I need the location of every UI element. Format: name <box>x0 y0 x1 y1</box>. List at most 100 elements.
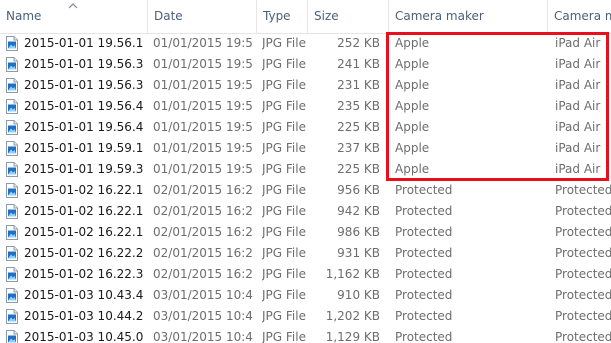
file-date: 02/01/2015 16:22 <box>153 204 253 218</box>
file-row[interactable]: 2015-01-01 19.56.41... 01/01/2015 19:56 JP… <box>0 96 611 117</box>
file-row[interactable]: 2015-01-01 19.56.44... 01/01/2015 19:56 JP… <box>0 117 611 138</box>
jpg-image-file-icon <box>6 225 18 240</box>
column-header-type[interactable]: Type <box>257 0 307 33</box>
file-size: 241 KB <box>337 57 380 71</box>
file-icon-cell <box>6 96 20 117</box>
file-name[interactable]: 2015-01-02 16.22.38... <box>24 264 144 285</box>
file-row[interactable]: 2015-01-02 16.22.38... 02/01/2015 16:22 JP… <box>0 264 611 285</box>
file-name[interactable]: 2015-01-01 19.56.41... <box>24 96 144 117</box>
camera-maker-value: Apple <box>395 78 430 92</box>
jpg-image-file-icon <box>6 267 18 282</box>
camera-model-value: iPad Air <box>555 57 601 71</box>
file-date: 02/01/2015 16:22 <box>153 225 253 239</box>
file-row[interactable]: 2015-01-01 19.56.19... 01/01/2015 19:56 JP… <box>0 33 611 54</box>
column-header-name[interactable]: Name <box>0 0 147 33</box>
file-name[interactable]: 2015-01-01 19.56.36... <box>24 75 144 96</box>
camera-model-value: Protected <box>555 309 611 323</box>
file-size: 1,162 KB <box>325 267 380 281</box>
camera-model-value: Protected <box>555 288 611 302</box>
camera-model-value: iPad Air <box>555 162 601 176</box>
file-date: 01/01/2015 19:59 <box>153 141 253 155</box>
file-type: JPG File <box>262 99 306 113</box>
file-date: 01/01/2015 19:56 <box>153 120 253 134</box>
column-header-bar: Name Date Type Size Camera maker Camera … <box>0 0 611 34</box>
camera-maker-value: Apple <box>395 99 430 113</box>
file-row[interactable]: 2015-01-02 16.22.29... 02/01/2015 16:22 JP… <box>0 243 611 264</box>
jpg-image-file-icon <box>6 120 18 135</box>
camera-model-value: Protected <box>555 246 611 260</box>
jpg-image-file-icon <box>6 162 18 177</box>
file-row[interactable]: 2015-01-03 10.44.25... 03/01/2015 10:44 JP… <box>0 306 611 327</box>
file-type: JPG File <box>262 141 306 155</box>
file-name[interactable]: 2015-01-01 19.56.19... <box>24 33 144 54</box>
file-row[interactable]: 2015-01-03 10.43.44... 03/01/2015 10:43 JP… <box>0 285 611 306</box>
file-row[interactable]: 2015-01-02 16.22.15... 02/01/2015 16:22 JP… <box>0 222 611 243</box>
jpg-image-file-icon <box>6 309 18 324</box>
file-size: 942 KB <box>337 204 380 218</box>
file-name[interactable]: 2015-01-01 19.56.31... <box>24 54 144 75</box>
camera-maker-value: Apple <box>395 120 430 134</box>
file-icon-cell <box>6 138 20 159</box>
camera-model-value: iPad Air <box>555 99 601 113</box>
file-date: 03/01/2015 10:44 <box>153 309 253 323</box>
jpg-image-file-icon <box>6 183 18 198</box>
camera-model-value: Protected <box>555 267 611 281</box>
file-type: JPG File <box>262 288 306 302</box>
file-icon-cell <box>6 243 20 264</box>
file-date: 02/01/2015 16:22 <box>153 246 253 260</box>
file-date: 01/01/2015 19:56 <box>153 36 253 50</box>
jpg-image-file-icon <box>6 78 18 93</box>
file-type: JPG File <box>262 36 306 50</box>
file-name[interactable]: 2015-01-01 19.56.44... <box>24 117 144 138</box>
file-date: 03/01/2015 10:43 <box>153 288 253 302</box>
file-size: 1,202 KB <box>325 309 380 323</box>
file-name[interactable]: 2015-01-01 19.59.14... <box>24 138 144 159</box>
column-header-size[interactable]: Size <box>308 0 388 33</box>
jpg-image-file-icon <box>6 246 18 261</box>
file-name[interactable]: 2015-01-02 16.22.15... <box>24 222 144 243</box>
file-size: 931 KB <box>337 246 380 260</box>
file-size: 235 KB <box>337 99 380 113</box>
jpg-image-file-icon <box>6 36 18 51</box>
camera-model-value: iPad Air <box>555 36 601 50</box>
jpg-image-file-icon <box>6 288 18 303</box>
camera-model-value: iPad Air <box>555 141 601 155</box>
file-size: 231 KB <box>337 78 380 92</box>
camera-maker-value: Protected <box>395 183 453 197</box>
file-name[interactable]: 2015-01-03 10.45.00... <box>24 327 144 343</box>
file-icon-cell <box>6 285 20 306</box>
camera-maker-value: Protected <box>395 267 453 281</box>
file-date: 03/01/2015 10:45 <box>153 330 253 343</box>
file-icon-cell <box>6 222 20 243</box>
file-type: JPG File <box>262 162 306 176</box>
file-icon-cell <box>6 306 20 327</box>
file-row[interactable]: 2015-01-01 19.56.36... 01/01/2015 19:56 JP… <box>0 75 611 96</box>
file-size: 225 KB <box>337 162 380 176</box>
file-row[interactable]: 2015-01-01 19.56.31... 01/01/2015 19:56 JP… <box>0 54 611 75</box>
column-header-camera-maker[interactable]: Camera maker <box>389 0 547 33</box>
camera-model-value: iPad Air <box>555 78 601 92</box>
file-row[interactable]: 2015-01-01 19.59.30... 01/01/2015 19:59 JP… <box>0 159 611 180</box>
file-name[interactable]: 2015-01-03 10.43.44... <box>24 285 144 306</box>
file-name[interactable]: 2015-01-02 16.22.13... <box>24 201 144 222</box>
file-name[interactable]: 2015-01-02 16.22.29... <box>24 243 144 264</box>
file-name[interactable]: 2015-01-01 19.59.30... <box>24 159 144 180</box>
file-icon-cell <box>6 54 20 75</box>
jpg-image-file-icon <box>6 204 18 219</box>
camera-maker-value: Apple <box>395 141 430 155</box>
file-row[interactable]: 2015-01-02 16.22.13... 02/01/2015 16:22 JP… <box>0 201 611 222</box>
file-row[interactable]: 2015-01-02 16.22.10... 02/01/2015 16:22 JP… <box>0 180 611 201</box>
camera-model-value: Protected <box>555 183 611 197</box>
column-header-date[interactable]: Date <box>148 0 256 33</box>
file-name[interactable]: 2015-01-03 10.44.25... <box>24 306 144 327</box>
file-name[interactable]: 2015-01-02 16.22.10... <box>24 180 144 201</box>
camera-model-value: Protected <box>555 225 611 239</box>
file-size: 986 KB <box>337 225 380 239</box>
file-list: 2015-01-01 19.56.19... 01/01/2015 19:56 JP… <box>0 33 611 343</box>
camera-maker-value: Protected <box>395 288 453 302</box>
file-row[interactable]: 2015-01-01 19.59.14... 01/01/2015 19:59 JP… <box>0 138 611 159</box>
file-row[interactable]: 2015-01-03 10.45.00... 03/01/2015 10:45 JP… <box>0 327 611 343</box>
jpg-image-file-icon <box>6 99 18 114</box>
file-icon-cell <box>6 327 20 343</box>
column-header-camera-model[interactable]: Camera m <box>548 0 611 33</box>
